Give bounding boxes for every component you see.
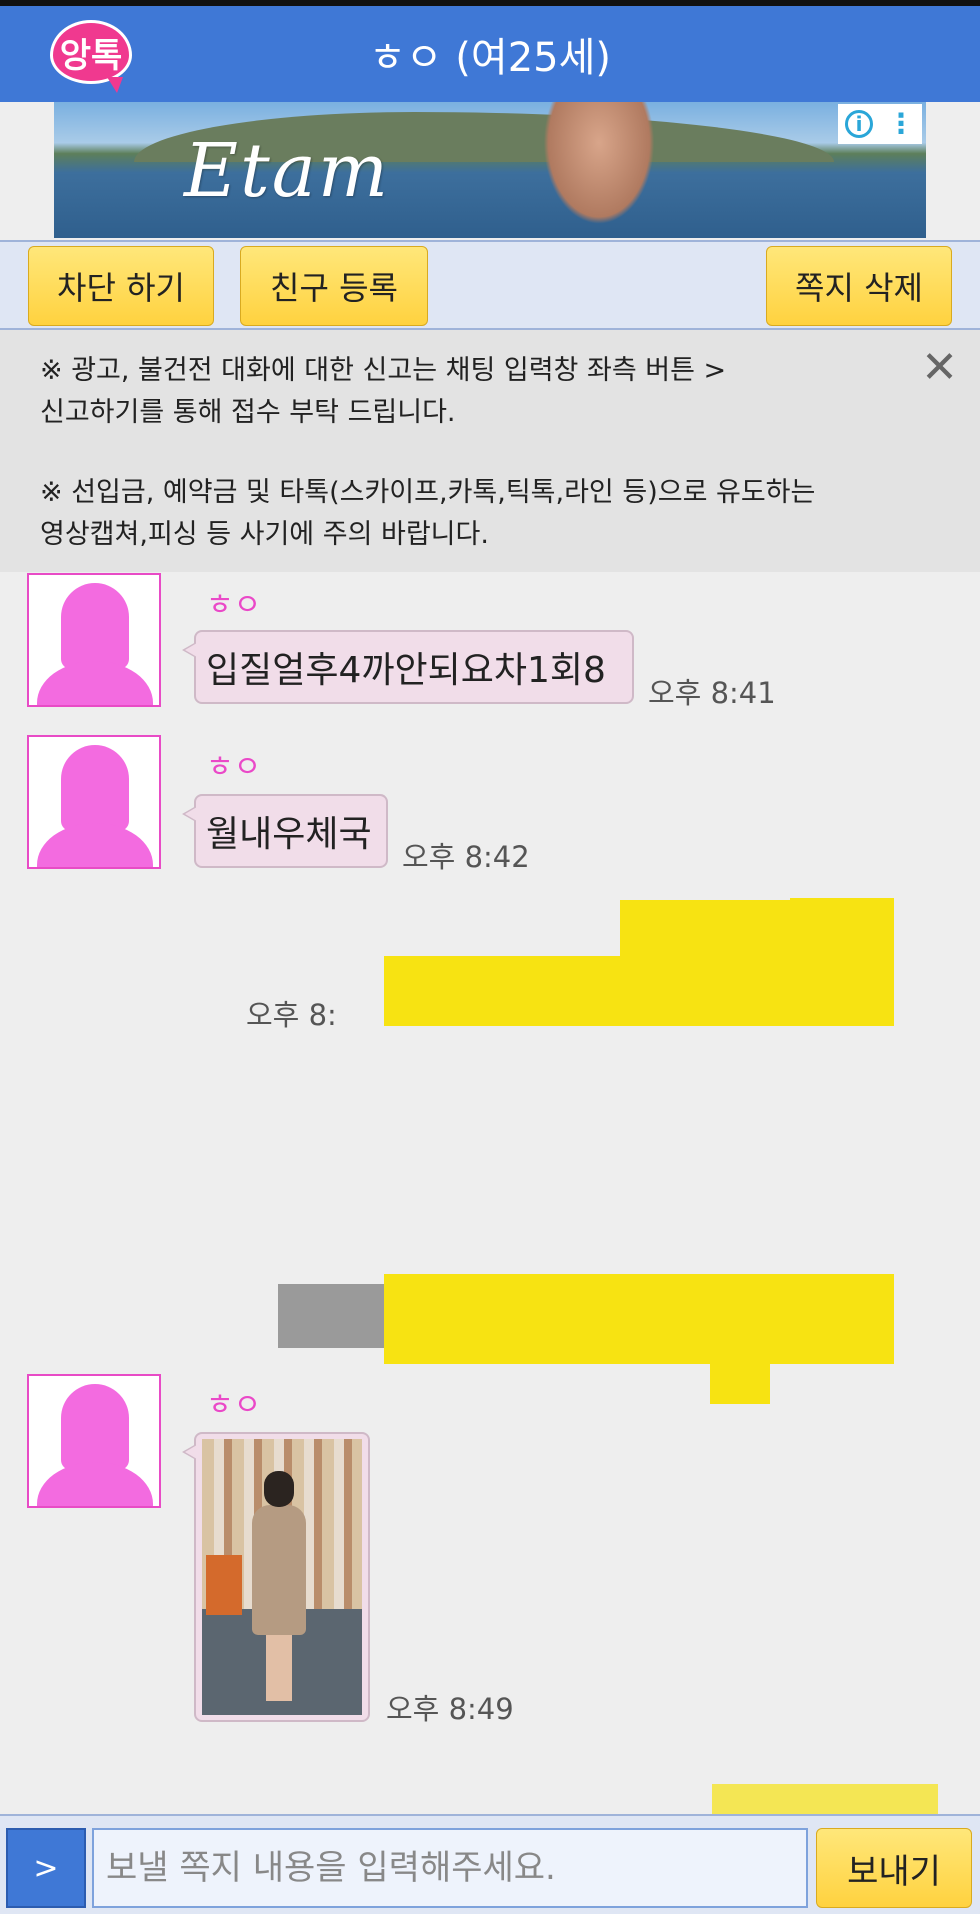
sender-name: ㅎㅇ [206,588,262,623]
message-time: 오후 8:42 [402,840,530,874]
photo-shelf [206,1555,242,1615]
add-friend-button[interactable]: 친구 등록 [240,246,428,326]
avatar-head-shape [61,583,129,669]
image-message-bubble[interactable] [182,1432,370,1722]
ad-banner[interactable]: Etam i ⋮ [54,102,926,238]
message-input-bar: > 보내기 [0,1814,980,1914]
action-bar: 차단 하기 친구 등록 쪽지 삭제 [0,240,980,330]
avatar-body-shape [37,661,153,705]
ad-model-image [534,102,664,238]
message-time: 오후 8: [246,998,337,1032]
avatar-body-shape [37,1462,153,1506]
avatar[interactable] [27,1374,161,1508]
redacted-message [420,1274,890,1314]
block-button[interactable]: 차단 하기 [28,246,214,326]
sender-name: ㅎㅇ [206,1388,262,1423]
shared-photo[interactable] [202,1439,362,1715]
photo-figure-head [264,1471,294,1507]
app-logo[interactable]: 앙톡 [50,20,132,93]
notice-line: ※ 선입금, 예약금 및 타톡(스카이프,카톡,틱톡,라인 등)으로 유도하는 [40,477,816,508]
header-bar: 앙톡 ㅎㅇ (여25세) [0,6,980,102]
warning-notice: ※ 광고, 불건전 대화에 대한 신고는 채팅 입력창 좌측 버튼 > 신고하기… [0,330,980,572]
photo-figure-dress [252,1505,306,1635]
chat-partner-title: ㅎㅇ (여25세) [368,35,612,81]
notice-line: 신고하기를 통해 접수 부탁 드립니다. [40,397,456,428]
message-time: 오후 8:49 [386,1692,514,1726]
delete-message-button[interactable]: 쪽지 삭제 [766,246,952,326]
close-icon[interactable]: ✕ [921,346,958,390]
message-bubble: 월내우체국 [182,794,388,868]
more-vert-icon[interactable]: ⋮ [887,110,915,138]
message-input[interactable] [92,1828,808,1908]
message-bubble: 입질얼후4까안되요차1회8 [182,630,634,704]
avatar-head-shape [61,745,129,831]
avatar[interactable] [27,573,161,707]
notice-line: 영상캡쳐,피싱 등 사기에 주의 바랍니다. [40,519,489,550]
redacted-message [712,1784,938,1814]
sender-name: ㅎㅇ [206,750,262,785]
redacted-message [710,1340,770,1404]
ad-brand: Etam [184,128,391,214]
redacted-time [278,1284,384,1348]
photo-figure-legs [266,1635,292,1701]
send-button[interactable]: 보내기 [816,1828,972,1908]
avatar-head-shape [61,1384,129,1470]
ad-choices[interactable]: i ⋮ [838,104,922,144]
notice-line: ※ 광고, 불건전 대화에 대한 신고는 채팅 입력창 좌측 버튼 > [40,355,727,386]
message-time: 오후 8:41 [648,676,776,710]
avatar-body-shape [37,823,153,867]
redacted-message [790,898,894,934]
avatar[interactable] [27,735,161,869]
info-icon[interactable]: i [845,110,873,138]
menu-toggle-button[interactable]: > [6,1828,86,1908]
